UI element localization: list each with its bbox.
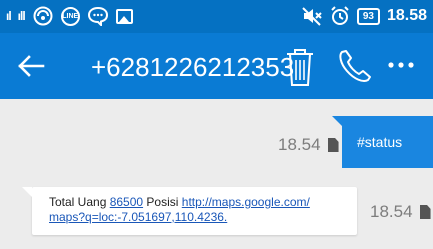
alarm-icon [331, 6, 349, 25]
chat-bubble-icon [87, 6, 108, 26]
message-text: Posisi [143, 195, 182, 209]
image-icon [115, 8, 133, 24]
outgoing-message-bubble[interactable]: #status [332, 116, 433, 168]
incoming-message-meta: 18.54 [370, 202, 431, 222]
incoming-time: 18.54 [370, 202, 413, 221]
outgoing-time: 18.54 [278, 135, 321, 154]
amount-link[interactable]: 86500 [110, 195, 143, 209]
status-right-icons: 93 18.58 [301, 5, 427, 27]
contact-number: +6281226212353 [91, 52, 295, 82]
maps-link[interactable]: http://maps.google.com/ [182, 195, 310, 209]
battery-icon: 93 [356, 7, 380, 25]
conversation-header: +6281226212353 [0, 33, 433, 99]
wifi-icon [33, 6, 53, 26]
sim-card-icon [419, 205, 431, 219]
sim-card-icon [327, 138, 339, 152]
outgoing-message-text: #status [357, 134, 403, 150]
status-bar: ıl ıll LINE 93 18.58 [0, 0, 433, 33]
signal-bars-icon: ıll [17, 9, 26, 23]
signal-bars-icon: ıl [6, 9, 12, 23]
phone-icon[interactable] [336, 49, 372, 85]
incoming-message-bubble[interactable]: Total Uang 86500 Posisi http://maps.goog… [22, 187, 357, 235]
line-app-icon: LINE [60, 6, 80, 26]
mute-icon [302, 7, 322, 26]
back-arrow-icon[interactable] [16, 47, 48, 85]
outgoing-message-meta: 18.54 [278, 135, 339, 155]
status-time: 18.58 [386, 7, 427, 24]
trash-icon[interactable] [284, 46, 316, 88]
message-text: Total Uang [49, 195, 110, 209]
more-vert-icon[interactable] [386, 53, 416, 77]
maps-link[interactable]: maps?q=loc:-7.051697,110.4236. [49, 210, 227, 224]
status-left-icons: ıl ıll LINE [6, 5, 133, 27]
